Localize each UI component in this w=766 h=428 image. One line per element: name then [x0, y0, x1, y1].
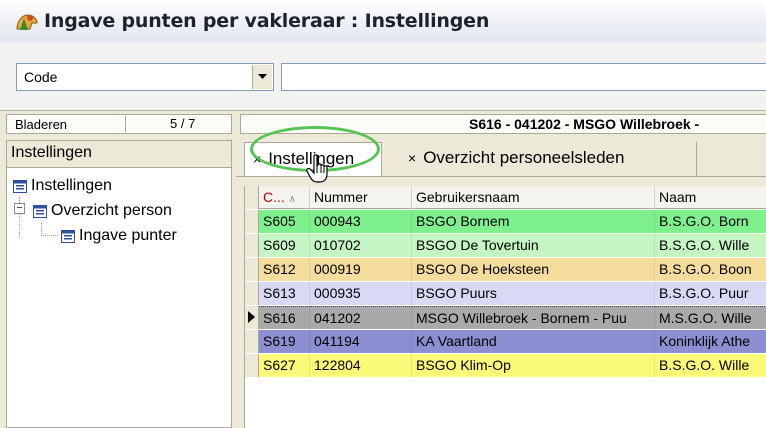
tree-connector [41, 223, 58, 236]
row-selector[interactable] [245, 354, 259, 377]
field-select-value: Code [24, 69, 58, 85]
cell-code[interactable]: S609 [259, 234, 310, 257]
cell-nummer[interactable]: 000919 [310, 258, 412, 281]
row-selector[interactable] [245, 210, 259, 233]
chevron-down-icon [258, 74, 267, 79]
cell-nummer[interactable]: 122804 [310, 354, 412, 377]
row-selector[interactable] [245, 330, 259, 353]
column-header-code[interactable]: C... ∧ [259, 186, 310, 209]
cell-code[interactable]: S605 [259, 210, 310, 233]
table-row[interactable]: S609 010702 BSGO De Tovertuin B.S.G.O. Will… [245, 234, 766, 257]
column-header-naam[interactable]: Naam [655, 186, 766, 209]
tab-label: Overzicht personeelsleden [423, 148, 625, 167]
row-selector-header [245, 186, 259, 209]
app-window: Ingave punten per vakleraar : Instelling… [0, 0, 766, 428]
cell-nummer[interactable]: 041194 [310, 330, 412, 353]
app-logo-icon [16, 14, 38, 30]
tree-pane: Instellingen Instellingen − Overzicht pe… [6, 140, 232, 428]
dropdown-button[interactable] [252, 65, 272, 89]
row-selector[interactable] [245, 234, 259, 257]
search-input[interactable] [281, 63, 766, 91]
cell-gebruikersnaam[interactable]: BSGO De Hoeksteen [412, 258, 655, 281]
tab-overzicht[interactable]: × Overzicht personeelsleden [402, 142, 708, 182]
sort-asc-icon: ∧ [288, 194, 296, 205]
cell-naam[interactable]: B.S.G.O. Wille [655, 234, 766, 257]
table-row[interactable]: S616 041202 MSGO Willebroek - Bornem - Puu… [245, 306, 766, 329]
browse-control[interactable]: Bladeren 5 / 7 [6, 114, 232, 134]
tree-item-label: Overzicht person [51, 202, 172, 219]
cell-code[interactable]: S613 [259, 282, 310, 305]
filter-row: Code [0, 42, 766, 110]
table-row[interactable]: S627 122804 BSGO Klim-Op B.S.G.O. Wille [245, 354, 766, 377]
close-icon[interactable]: × [408, 150, 416, 166]
row-selector[interactable] [245, 306, 259, 329]
browse-label: Bladeren [15, 117, 68, 132]
table-row[interactable]: S612 000919 BSGO De Hoeksteen B.S.G.O. Boon [245, 258, 766, 281]
cell-gebruikersnaam[interactable]: BSGO Klim-Op [412, 354, 655, 377]
current-record-bar: S616 - 041202 - MSGO Willebroek - [240, 114, 766, 134]
tree-pane-title: Instellingen [11, 144, 92, 161]
hand-cursor-icon [306, 154, 328, 183]
cell-naam[interactable]: B.S.G.O. Born [655, 210, 766, 233]
current-record-text: S616 - 041202 - MSGO Willebroek - [469, 116, 700, 132]
cell-gebruikersnaam[interactable]: BSGO Bornem [412, 210, 655, 233]
title-bar: Ingave punten per vakleraar : Instelling… [0, 0, 766, 43]
tree-pane-header: Instellingen [7, 141, 231, 168]
column-header-nummer[interactable]: Nummer [310, 186, 412, 209]
cell-code[interactable]: S612 [259, 258, 310, 281]
cell-code[interactable]: S616 [259, 306, 310, 329]
cell-naam[interactable]: B.S.G.O. Puur [655, 282, 766, 305]
form-icon [33, 205, 47, 218]
column-header-gebruikersnaam[interactable]: Gebruikersnaam [412, 186, 655, 209]
form-icon [13, 180, 27, 193]
table-header: C... ∧ Nummer Gebruikersnaam Naam [245, 186, 766, 209]
cell-naam[interactable]: M.S.G.O. Wille [655, 306, 766, 329]
cell-nummer[interactable]: 010702 [310, 234, 412, 257]
cell-naam[interactable]: B.S.G.O. Wille [655, 354, 766, 377]
row-selector[interactable] [245, 282, 259, 305]
current-row-indicator-icon [248, 311, 255, 323]
cell-code[interactable]: S627 [259, 354, 310, 377]
cell-gebruikersnaam[interactable]: KA Vaartland [412, 330, 655, 353]
cell-naam[interactable]: B.S.G.O. Boon [655, 258, 766, 281]
data-grid: C... ∧ Nummer Gebruikersnaam Naam S605 00… [244, 186, 766, 428]
cell-nummer[interactable]: 000943 [310, 210, 412, 233]
cell-gebruikersnaam[interactable]: MSGO Willebroek - Bornem - Puu [412, 306, 655, 329]
window-title: Ingave punten per vakleraar : Instelling… [44, 10, 490, 32]
cell-code[interactable]: S619 [259, 330, 310, 353]
field-select[interactable]: Code [16, 63, 274, 91]
cell-naam[interactable]: Koninklijk Athe [655, 330, 766, 353]
collapse-icon[interactable]: − [14, 203, 25, 214]
tab-divider [696, 142, 697, 176]
cell-gebruikersnaam[interactable]: BSGO De Tovertuin [412, 234, 655, 257]
navigation-bar: Bladeren 5 / 7 S616 - 041202 - MSGO Will… [0, 110, 766, 137]
table-row[interactable]: S619 041194 KA Vaartland Koninklijk Athe [245, 330, 766, 353]
row-selector[interactable] [245, 258, 259, 281]
table-row[interactable]: S605 000943 BSGO Bornem B.S.G.O. Born [245, 210, 766, 233]
table-row[interactable]: S613 000935 BSGO Puurs B.S.G.O. Puur [245, 282, 766, 305]
page-indicator: 5 / 7 [125, 116, 195, 132]
tree-item-label: Ingave punter [79, 227, 177, 244]
close-icon[interactable]: × [253, 151, 261, 167]
cell-nummer[interactable]: 000935 [310, 282, 412, 305]
cell-nummer[interactable]: 041202 [310, 306, 412, 329]
tree-item-label: Instellingen [31, 177, 112, 194]
form-icon [61, 230, 75, 243]
cell-gebruikersnaam[interactable]: BSGO Puurs [412, 282, 655, 305]
